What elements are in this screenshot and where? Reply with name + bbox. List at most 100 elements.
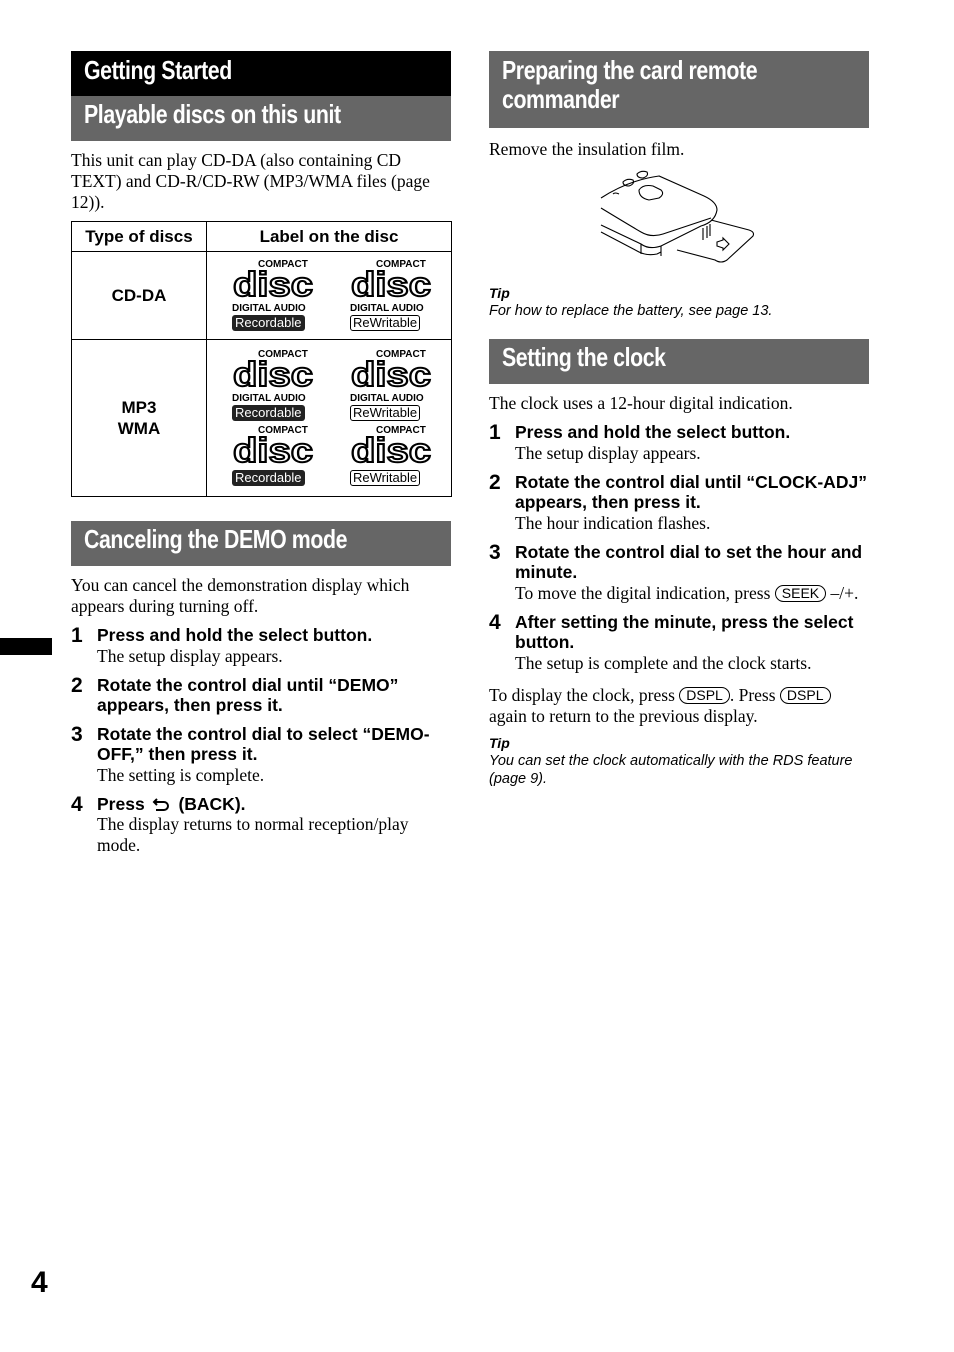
section-heading-text: Setting the clock xyxy=(502,342,666,372)
column-header-label: Label on the disc xyxy=(206,221,452,252)
table-header-row: Type of discs Label on the disc xyxy=(71,221,452,252)
step-title: Press and hold the select button. xyxy=(97,625,373,645)
tip-text: For how to replace the battery, see page… xyxy=(489,303,773,319)
chapter-title-bar: Getting Started xyxy=(71,51,451,96)
disc-label-cell: COMPACT disc DIGITAL AUDIO Recordable COMPAC… xyxy=(206,251,452,340)
compact-disc-logo: COMPACT disc DIGITAL AUDIO Recordable xyxy=(232,258,316,332)
column-header-type: Type of discs xyxy=(71,221,207,252)
step-number: 2 xyxy=(71,673,83,697)
disc-type-cell: CD-DA xyxy=(71,251,207,340)
step-description-text: To move the digital indication, press xyxy=(515,582,771,603)
rewritable-badge: ReWritable xyxy=(350,314,421,331)
step-description: The display returns to normal reception/… xyxy=(97,814,409,855)
clock-tip: Tip You can set the clock automatically … xyxy=(489,734,869,788)
note-text: To display the clock, press xyxy=(489,684,675,705)
step-title: After setting the minute, press the sele… xyxy=(515,611,854,653)
back-arrow-icon xyxy=(152,797,169,811)
logo-compact-text: COMPACT xyxy=(258,258,308,270)
rewritable-badge: ReWritable xyxy=(350,469,421,486)
step-description: The setup display appears. xyxy=(515,442,701,463)
svg-text:disc: disc xyxy=(233,436,313,464)
step-title: Rotate the control dial to select “DEMO-… xyxy=(97,723,430,765)
step-description-text: –/+. xyxy=(830,582,859,603)
section-heading-text: Preparing the card remote commander xyxy=(502,55,758,114)
step-number: 2 xyxy=(489,470,501,494)
step-description: The setting is complete. xyxy=(97,764,265,785)
logo-digital-audio-text: DIGITAL AUDIO xyxy=(232,302,306,314)
table-row-cdda: CD-DA COMPACT disc DIGITAL AUDIO Recordable… xyxy=(71,251,452,340)
svg-text:disc: disc xyxy=(233,360,313,388)
step-title: Rotate the control dial until “DEMO” app… xyxy=(97,674,399,716)
dspl-key: DSPL xyxy=(679,686,730,704)
seek-key: SEEK xyxy=(774,584,827,602)
step-title: Press and hold the select button. xyxy=(515,422,791,442)
left-column: Getting Started Playable discs on this u… xyxy=(71,51,452,856)
compact-disc-logo: COMPACT disc Recordable xyxy=(232,425,316,487)
card-remote-illustration xyxy=(599,170,759,270)
step-number: 3 xyxy=(71,722,83,746)
section-heading-demo: Canceling the DEMO mode xyxy=(71,521,451,566)
disc-wordmark-icon: disc xyxy=(232,431,314,471)
step: 2 Rotate the control dial until “CLOCK-A… xyxy=(489,472,869,534)
step: 1 Press and hold the select button. The … xyxy=(489,422,869,464)
playable-intro: This unit can play CD-DA (also containin… xyxy=(71,150,430,212)
demo-intro: You can cancel the demonstration display… xyxy=(71,575,410,616)
step: 1 Press and hold the select button. The … xyxy=(71,625,451,667)
step-description: The hour indication flashes. xyxy=(515,512,711,533)
table-row-mp3-wma: MP3 WMA COMPACT disc DIGITAL AUDIO Recordab… xyxy=(71,339,452,497)
clock-intro: The clock uses a 12-hour digital indicat… xyxy=(489,393,793,413)
page-number: 4 xyxy=(31,1266,48,1299)
svg-text:disc: disc xyxy=(233,270,313,298)
demo-steps: 1 Press and hold the select button. The … xyxy=(71,625,451,856)
step-number: 3 xyxy=(489,540,501,564)
disc-wordmark-icon: disc xyxy=(350,431,432,471)
disc-type-label: MP3 xyxy=(121,398,157,417)
dspl-key: DSPL xyxy=(779,686,831,704)
section-heading-text: Canceling the DEMO mode xyxy=(84,524,348,554)
step-number: 1 xyxy=(489,421,501,444)
section-heading-text: Playable discs on this unit xyxy=(84,99,341,129)
tip-label: Tip xyxy=(489,285,510,301)
tip-text: You can set the clock automatically with… xyxy=(489,752,853,787)
logo-compact-text: COMPACT xyxy=(376,348,426,360)
disc-wordmark-icon: disc xyxy=(350,265,432,305)
step-number: 1 xyxy=(71,624,83,647)
svg-text:disc: disc xyxy=(351,270,431,298)
step: 4 After setting the minute, press the se… xyxy=(489,612,869,674)
recordable-badge: Recordable xyxy=(232,469,305,486)
disc-type-label: WMA xyxy=(117,419,161,438)
section-heading-remote: Preparing the card remote commander xyxy=(489,51,869,128)
compact-disc-logo: COMPACT disc DIGITAL AUDIO ReWritable xyxy=(350,259,434,332)
note-text: again to return to the previous display. xyxy=(489,705,758,726)
step-number: 4 xyxy=(489,610,501,634)
step-title: Rotate the control dial to set the hour … xyxy=(515,541,863,583)
disc-type-cell: MP3 WMA xyxy=(71,339,207,497)
step-title: Rotate the control dial until “CLOCK-ADJ… xyxy=(515,471,867,513)
step-description: The setup display appears. xyxy=(97,645,283,666)
disc-type-label: CD-DA xyxy=(111,286,167,305)
logo-digital-audio-text: DIGITAL AUDIO xyxy=(350,302,424,314)
disc-types-table: Type of discs Label on the disc CD-DA CO… xyxy=(71,221,452,497)
step-title: Press (BACK). xyxy=(97,794,451,815)
step: 4 Press (BACK). The display returns to n… xyxy=(71,794,451,857)
step-title-text: (BACK). xyxy=(178,793,246,814)
step: 3 Rotate the control dial to set the hou… xyxy=(489,542,869,604)
compact-disc-logo: COMPACT disc ReWritable xyxy=(350,424,434,487)
tip-label: Tip xyxy=(489,734,510,751)
step-description: The setup is complete and the clock star… xyxy=(515,652,812,673)
logo-grid: COMPACT disc DIGITAL AUDIO Recordable COMPAC… xyxy=(207,348,451,487)
logo-grid: COMPACT disc DIGITAL AUDIO Recordable COMPAC… xyxy=(207,258,451,332)
chapter-side-tab xyxy=(0,638,52,655)
logo-compact-text: COMPACT xyxy=(376,424,426,436)
right-column: Preparing the card remote commander Remo… xyxy=(489,51,869,788)
section-heading-playable-discs: Playable discs on this unit xyxy=(71,96,451,141)
step: 3 Rotate the control dial to select “DEM… xyxy=(71,724,451,786)
logo-compact-text: COMPACT xyxy=(258,348,308,360)
remote-intro: Remove the insulation film. xyxy=(489,139,685,159)
display-clock-note: To display the clock, press DSPL. Press … xyxy=(489,685,869,727)
step-number: 4 xyxy=(71,792,83,816)
disc-wordmark-icon: disc xyxy=(350,355,432,395)
clock-steps: 1 Press and hold the select button. The … xyxy=(489,422,869,674)
step-description: To move the digital indication, press SE… xyxy=(515,583,869,604)
remote-tip: Tip For how to replace the battery, see … xyxy=(489,284,869,320)
